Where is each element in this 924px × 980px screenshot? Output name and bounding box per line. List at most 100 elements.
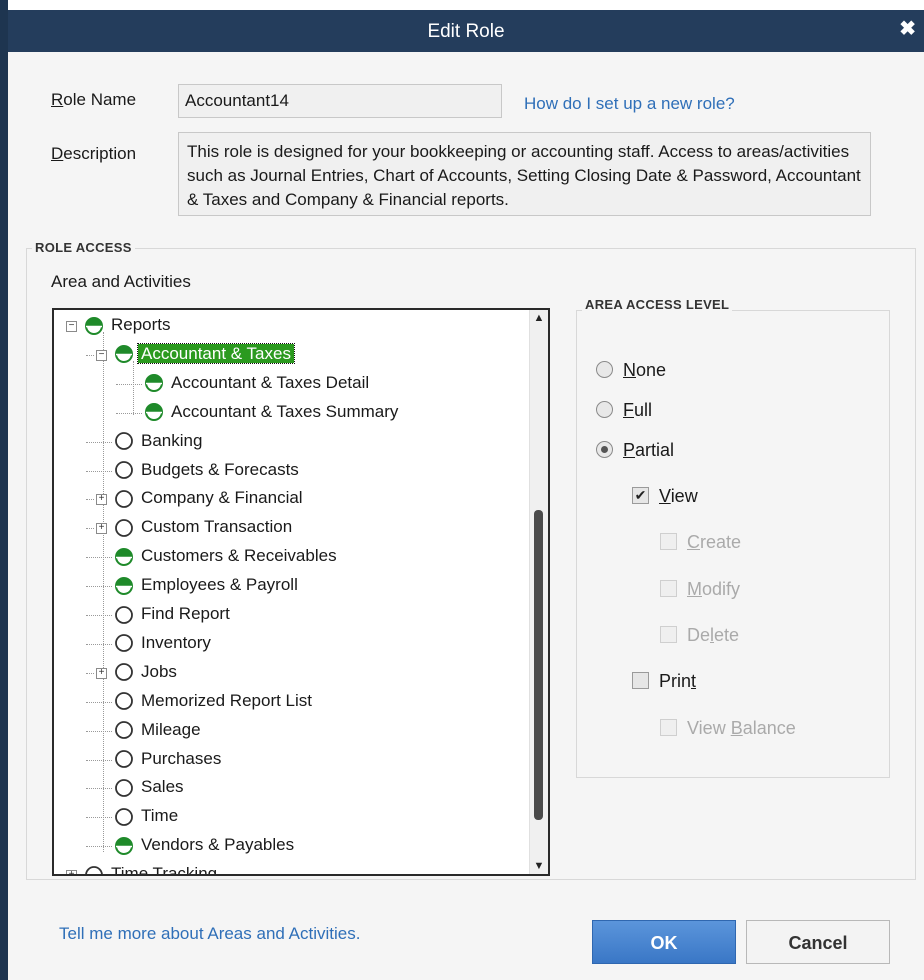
access-radio-full[interactable]: Full bbox=[596, 400, 652, 421]
half-access-icon bbox=[144, 402, 164, 422]
access-radio-none[interactable]: None bbox=[596, 360, 666, 381]
tree-item-label: Budgets & Forecasts bbox=[141, 459, 299, 479]
tree-item[interactable]: Sales bbox=[114, 774, 187, 800]
tree-connector bbox=[86, 817, 112, 819]
tree-item[interactable]: Budgets & Forecasts bbox=[114, 457, 302, 483]
radio-icon[interactable] bbox=[596, 360, 613, 378]
description-label-text: escription bbox=[63, 144, 137, 163]
setup-role-help-link[interactable]: How do I set up a new role? bbox=[524, 94, 735, 114]
radio-icon[interactable] bbox=[596, 400, 613, 418]
checkbox-icon bbox=[660, 579, 677, 597]
collapse-icon[interactable]: − bbox=[66, 321, 77, 332]
no-access-icon bbox=[114, 720, 134, 740]
tree-item-label: Reports bbox=[111, 315, 171, 334]
tree-item[interactable]: Accountant & Taxes bbox=[114, 341, 295, 367]
tree-item[interactable]: Custom Transaction bbox=[114, 514, 295, 540]
checkbox-label: Prin bbox=[659, 671, 692, 691]
tree-item[interactable]: Purchases bbox=[114, 746, 224, 772]
expand-icon[interactable]: + bbox=[96, 494, 107, 506]
checkbox-label: De bbox=[687, 625, 711, 645]
tree-item[interactable]: Mileage bbox=[114, 717, 204, 743]
tree-item[interactable]: Vendors & Payables bbox=[114, 832, 297, 858]
no-access-icon bbox=[114, 633, 134, 653]
edit-role-dialog: Edit Role ✖ Role Name Accountant14 How d… bbox=[0, 0, 924, 980]
title-bar[interactable]: Edit Role ✖ bbox=[8, 10, 924, 52]
tree-item[interactable]: Time Tracking bbox=[84, 861, 220, 874]
half-access-icon bbox=[114, 547, 134, 567]
dialog-content: Role Name Accountant14 How do I set up a… bbox=[8, 52, 924, 980]
expand-icon[interactable]: + bbox=[66, 870, 77, 874]
expand-icon[interactable]: + bbox=[96, 523, 107, 535]
tree-connector bbox=[86, 672, 94, 674]
tree-item[interactable]: Customers & Receivables bbox=[114, 543, 340, 569]
expand-icon[interactable]: + bbox=[96, 667, 107, 679]
tree-item[interactable]: Employees & Payroll bbox=[114, 572, 301, 598]
tree-connector bbox=[86, 499, 94, 501]
tree-item[interactable]: Jobs bbox=[114, 659, 180, 685]
radio-label-mnemonic: F bbox=[623, 400, 634, 420]
half-access-icon bbox=[144, 373, 164, 393]
role-access-title: ROLE ACCESS bbox=[32, 240, 135, 255]
scroll-down-icon[interactable]: ▼ bbox=[533, 860, 545, 872]
checkbox-label: ete bbox=[714, 625, 740, 645]
no-access-icon bbox=[114, 691, 134, 711]
radio-label: ull bbox=[634, 400, 653, 420]
tree-item-label: Time bbox=[141, 806, 179, 826]
description-textarea[interactable]: This role is designed for your bookkeepi… bbox=[178, 132, 871, 216]
tree-item[interactable]: Accountant & Taxes Summary bbox=[144, 399, 401, 425]
checkbox-icon[interactable] bbox=[632, 671, 649, 689]
area-activities-label: Area and Activities bbox=[51, 272, 191, 291]
tree-connector bbox=[86, 701, 112, 703]
tree-item-label: Company & Financial bbox=[141, 488, 303, 508]
tree-item[interactable]: Company & Financial bbox=[114, 485, 306, 511]
tree-item[interactable]: Inventory bbox=[114, 630, 214, 656]
tree-item-label: Custom Transaction bbox=[141, 517, 293, 537]
collapse-icon[interactable]: − bbox=[96, 349, 107, 361]
access-checkbox-print[interactable]: Print bbox=[632, 671, 696, 692]
no-access-icon bbox=[114, 431, 134, 451]
access-radio-partial[interactable]: Partial bbox=[596, 440, 674, 461]
tree-item-label: Sales bbox=[141, 777, 184, 797]
ok-button[interactable]: OK bbox=[592, 920, 736, 964]
area-access-level-title: AREA ACCESS LEVEL bbox=[582, 297, 733, 312]
description-label: Description bbox=[51, 144, 137, 163]
tree-item[interactable]: Reports bbox=[84, 312, 174, 338]
tree-item-label: Accountant & Taxes bbox=[137, 342, 295, 364]
close-icon[interactable]: ✖ bbox=[899, 16, 916, 41]
tree-item-label: Memorized Report List bbox=[141, 690, 313, 710]
tree-item-label: Employees & Payroll bbox=[141, 575, 298, 595]
radio-label-mnemonic: N bbox=[623, 360, 636, 380]
tree-item[interactable]: Banking bbox=[114, 428, 205, 454]
tree-connector bbox=[86, 441, 112, 443]
role-name-label: Role Name bbox=[51, 90, 137, 109]
no-access-icon bbox=[114, 662, 134, 682]
tree-connector bbox=[133, 360, 134, 415]
checkbox-icon bbox=[660, 625, 677, 643]
no-access-icon bbox=[114, 489, 134, 509]
checkmark-icon[interactable]: ✔ bbox=[632, 486, 649, 504]
checkbox-label-mnemonic: t bbox=[691, 671, 697, 691]
half-access-icon bbox=[114, 344, 134, 364]
no-access-icon bbox=[84, 865, 104, 874]
tree-item[interactable]: Time bbox=[114, 803, 181, 829]
radio-icon[interactable] bbox=[596, 440, 613, 458]
role-name-input[interactable]: Accountant14 bbox=[178, 84, 502, 118]
area-activities-tree[interactable]: Reports − Accountant & Taxes − Accountant & … bbox=[52, 308, 550, 876]
scroll-thumb[interactable] bbox=[534, 510, 543, 820]
tree-item[interactable]: Memorized Report List bbox=[114, 688, 315, 714]
tree-item[interactable]: Accountant & Taxes Detail bbox=[144, 370, 372, 396]
tree-scrollbar[interactable]: ▲ ▼ bbox=[529, 310, 548, 874]
tree-item-label: Accountant & Taxes Summary bbox=[171, 401, 399, 421]
tree-item[interactable]: Find Report bbox=[114, 601, 233, 627]
checkbox-icon bbox=[660, 718, 677, 736]
no-access-icon bbox=[114, 518, 134, 538]
tree-item-label: Banking bbox=[141, 430, 203, 450]
tree-connector bbox=[116, 383, 142, 385]
areas-activities-help-link[interactable]: Tell me more about Areas and Activities. bbox=[59, 924, 360, 944]
tree-connector bbox=[86, 354, 94, 356]
checkbox-label-mnemonic: M bbox=[687, 579, 702, 599]
checkbox-label: iew bbox=[670, 486, 698, 506]
cancel-button[interactable]: Cancel bbox=[746, 920, 890, 964]
scroll-up-icon[interactable]: ▲ bbox=[533, 312, 545, 324]
access-checkbox-view[interactable]: ✔ View bbox=[632, 486, 698, 507]
